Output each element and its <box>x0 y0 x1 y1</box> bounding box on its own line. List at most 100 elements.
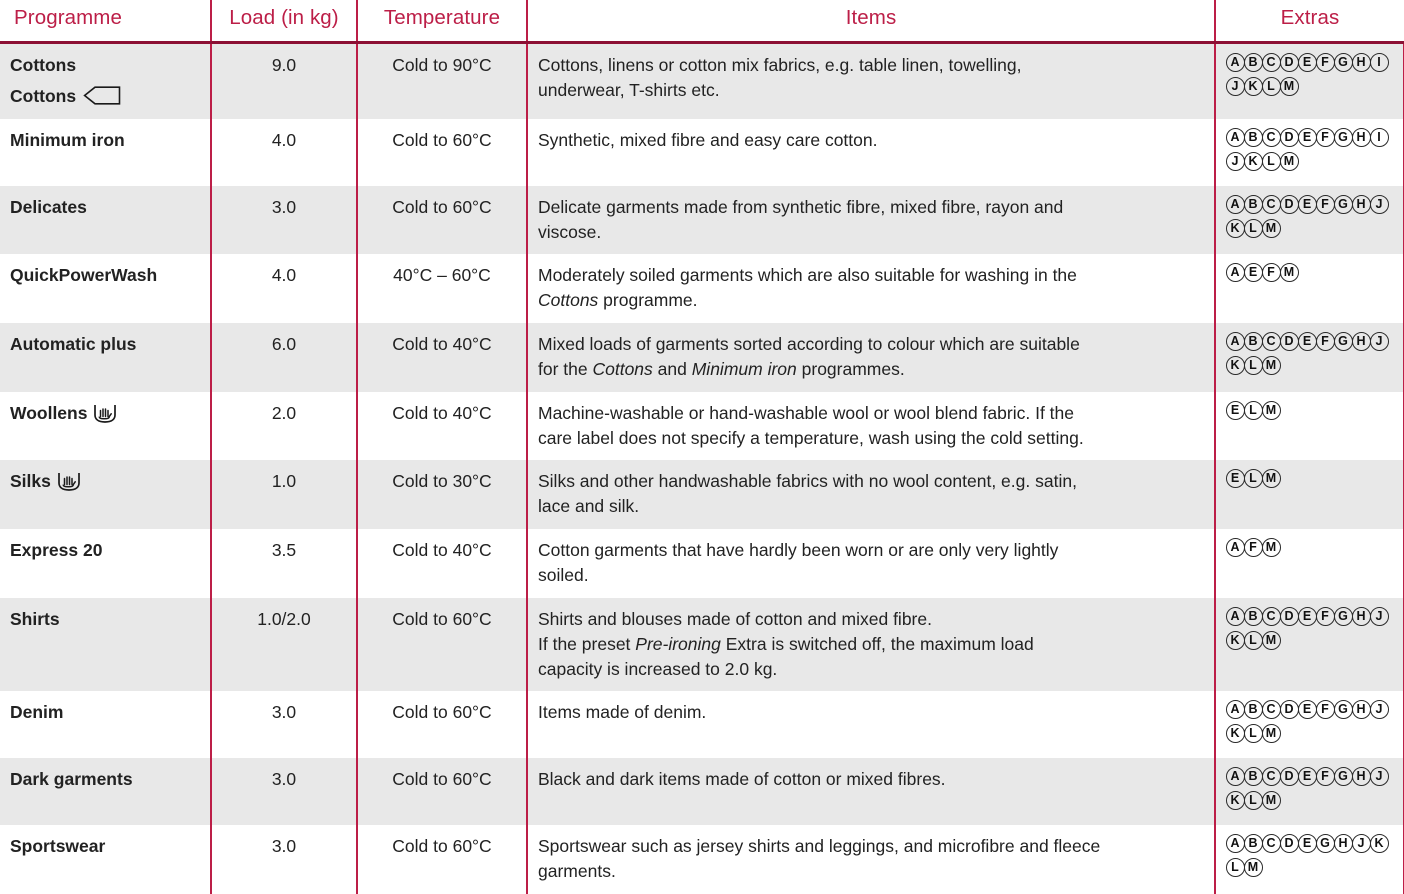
column-header-temperature: Temperature <box>357 0 527 43</box>
extras-badge-m: M <box>1262 538 1281 557</box>
extras-badge-k: K <box>1370 834 1389 853</box>
extras-badge-f: F <box>1316 53 1335 72</box>
extras-badge-group: ABCDEFGHJKLM <box>1226 767 1393 815</box>
cell-load: 9.0 <box>211 43 357 119</box>
extras-badge-d: D <box>1280 332 1299 351</box>
extras-badge-group: ABCDEFGHIJKLM <box>1226 128 1393 176</box>
extras-badge-h: H <box>1352 128 1371 147</box>
cell-programme: Delicates <box>0 186 211 255</box>
extras-badge-h: H <box>1352 195 1371 214</box>
extras-badge-c: C <box>1262 607 1281 626</box>
cell-load: 3.0 <box>211 186 357 255</box>
extras-badge-e: E <box>1298 767 1317 786</box>
cell-temperature: Cold to 60°C <box>357 598 527 692</box>
table-row: Dark garments3.0Cold to 60°CBlack and da… <box>0 758 1404 825</box>
extras-badge-e: E <box>1298 607 1317 626</box>
extras-badge-a: A <box>1226 332 1245 351</box>
cell-load: 3.0 <box>211 825 357 894</box>
extras-badge-f: F <box>1316 700 1335 719</box>
table-row: Shirts1.0/2.0Cold to 60°CShirts and blou… <box>0 598 1404 692</box>
programme-name: Woollens <box>10 401 200 426</box>
cell-programme: Dark garments <box>0 758 211 825</box>
extras-badge-c: C <box>1262 53 1281 72</box>
column-header-programme: Programme <box>0 0 211 43</box>
extras-badge-j: J <box>1370 767 1389 786</box>
extras-badge-a: A <box>1226 195 1245 214</box>
table-header: Programme Load (in kg) Temperature Items… <box>0 0 1404 43</box>
extras-badge-k: K <box>1226 219 1245 238</box>
cell-extras: ABCDEFGHJKLM <box>1215 691 1404 758</box>
extras-badge-h: H <box>1352 767 1371 786</box>
cell-load: 2.0 <box>211 392 357 461</box>
cell-items: Shirts and blouses made of cotton and mi… <box>527 598 1215 692</box>
extras-badge-group: ABCDEFGHJKLM <box>1226 332 1393 380</box>
extras-badge-a: A <box>1226 700 1245 719</box>
table-row: Silks1.0Cold to 30°CSilks and other hand… <box>0 460 1404 529</box>
programme-name: Cottons <box>10 84 200 109</box>
extras-badge-l: L <box>1244 724 1263 743</box>
extras-badge-j: J <box>1352 834 1371 853</box>
cell-extras: ABCDEGHJKLM <box>1215 825 1404 894</box>
extras-badge-e: E <box>1226 401 1245 420</box>
cell-extras: AFM <box>1215 529 1404 598</box>
cell-items: Moderately soiled garments which are als… <box>527 254 1215 323</box>
hand-wash-icon <box>93 402 117 424</box>
extras-badge-e: E <box>1244 263 1263 282</box>
extras-badge-f: F <box>1316 195 1335 214</box>
extras-badge-b: B <box>1244 834 1263 853</box>
table-row: Minimum iron4.0Cold to 60°CSynthetic, mi… <box>0 119 1404 186</box>
extras-badge-d: D <box>1280 128 1299 147</box>
extras-badge-l: L <box>1244 631 1263 650</box>
cell-extras: ABCDEFGHIJKLM <box>1215 43 1404 119</box>
extras-badge-e: E <box>1298 834 1317 853</box>
extras-badge-b: B <box>1244 195 1263 214</box>
cell-programme: Minimum iron <box>0 119 211 186</box>
item-description-line: lace and silk. <box>538 494 1204 519</box>
extras-badge-m: M <box>1280 152 1299 171</box>
extras-badge-m: M <box>1262 469 1281 488</box>
extras-badge-group: AEFM <box>1226 263 1393 287</box>
extras-badge-l: L <box>1226 858 1245 877</box>
programme-name: Automatic plus <box>10 332 200 357</box>
table-body: CottonsCottons9.0Cold to 90°CCottons, li… <box>0 43 1404 894</box>
item-description-line: Machine-washable or hand-washable wool o… <box>538 401 1204 426</box>
extras-badge-g: G <box>1316 834 1335 853</box>
table-row: Woollens2.0Cold to 40°CMachine-washable … <box>0 392 1404 461</box>
cell-load: 4.0 <box>211 254 357 323</box>
cell-extras: ELM <box>1215 392 1404 461</box>
table-row: Delicates3.0Cold to 60°CDelicate garment… <box>0 186 1404 255</box>
extras-badge-h: H <box>1352 607 1371 626</box>
extras-badge-k: K <box>1244 77 1263 96</box>
extras-badge-g: G <box>1334 700 1353 719</box>
cell-load: 1.0 <box>211 460 357 529</box>
eco-arrow-icon <box>83 86 121 105</box>
extras-badge-i: I <box>1370 53 1389 72</box>
extras-badge-g: G <box>1334 128 1353 147</box>
extras-badge-d: D <box>1280 607 1299 626</box>
cell-load: 6.0 <box>211 323 357 392</box>
cell-temperature: Cold to 90°C <box>357 43 527 119</box>
item-description-line: Cottons programme. <box>538 288 1204 313</box>
table-row: QuickPowerWash4.040°C – 60°CModerately s… <box>0 254 1404 323</box>
extras-badge-h: H <box>1352 700 1371 719</box>
item-description-line: viscose. <box>538 220 1204 245</box>
extras-badge-h: H <box>1352 332 1371 351</box>
programme-name: Delicates <box>10 195 200 220</box>
extras-badge-c: C <box>1262 128 1281 147</box>
item-description-line: Delicate garments made from synthetic fi… <box>538 195 1204 220</box>
item-description-line: garments. <box>538 859 1204 884</box>
extras-badge-group: AFM <box>1226 538 1393 562</box>
extras-badge-l: L <box>1244 219 1263 238</box>
item-description-line: Mixed loads of garments sorted according… <box>538 332 1204 357</box>
cell-temperature: Cold to 40°C <box>357 529 527 598</box>
cell-programme: Silks <box>0 460 211 529</box>
item-description-line: Silks and other handwashable fabrics wit… <box>538 469 1204 494</box>
cell-extras: ABCDEFGHJKLM <box>1215 598 1404 692</box>
extras-badge-f: F <box>1244 538 1263 557</box>
cell-items: Cottons, linens or cotton mix fabrics, e… <box>527 43 1215 119</box>
extras-badge-i: I <box>1370 128 1389 147</box>
extras-badge-l: L <box>1244 356 1263 375</box>
extras-badge-b: B <box>1244 332 1263 351</box>
extras-badge-j: J <box>1226 152 1245 171</box>
table-row: Automatic plus6.0Cold to 40°CMixed loads… <box>0 323 1404 392</box>
